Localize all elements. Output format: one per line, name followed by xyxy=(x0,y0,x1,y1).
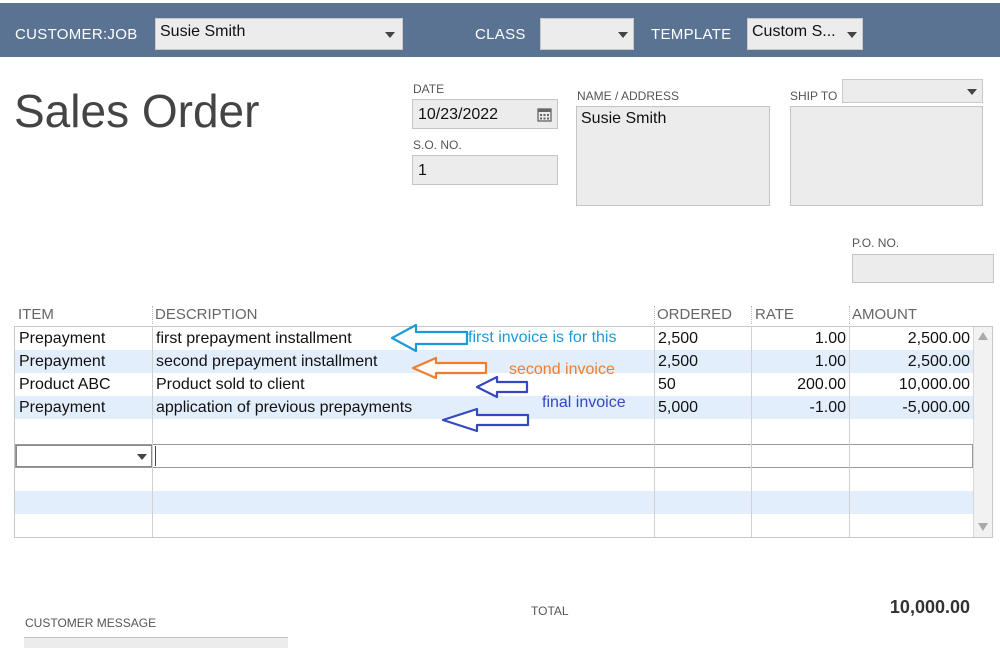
date-field[interactable]: 10/23/2022 xyxy=(412,99,558,129)
po-no-label: P.O. NO. xyxy=(852,236,900,250)
scroll-up-icon[interactable] xyxy=(977,331,989,341)
column-header-ordered[interactable]: ORDERED xyxy=(657,306,732,323)
calendar-icon[interactable] xyxy=(537,107,552,122)
amount-cell[interactable]: 2,500.00 xyxy=(908,353,970,371)
final-invoice-arrow-icon-2 xyxy=(441,407,530,433)
table-scrollbar[interactable] xyxy=(973,327,992,537)
ship-to-label: SHIP TO xyxy=(790,89,838,103)
template-label: TEMPLATE xyxy=(651,26,732,43)
name-address-label: NAME / ADDRESS xyxy=(577,89,680,103)
column-divider xyxy=(849,327,850,537)
chevron-down-icon xyxy=(385,32,395,38)
customer-job-label: CUSTOMER:JOB xyxy=(15,26,138,43)
amount-cell[interactable]: 10,000.00 xyxy=(899,376,970,394)
template-value: Custom S... xyxy=(752,23,836,40)
rate-cell[interactable]: 200.00 xyxy=(797,376,846,394)
rate-cell[interactable]: 1.00 xyxy=(815,330,846,348)
chevron-down-icon xyxy=(847,32,857,38)
ordered-cell[interactable]: 2,500 xyxy=(658,330,698,348)
class-dropdown[interactable] xyxy=(540,18,634,50)
total-label: TOTAL xyxy=(531,604,569,618)
rate-cell[interactable]: 1.00 xyxy=(815,353,846,371)
po-no-field[interactable] xyxy=(852,254,994,283)
ordered-cell[interactable]: 50 xyxy=(658,376,676,394)
scroll-down-icon[interactable] xyxy=(977,522,989,532)
column-divider xyxy=(654,306,656,324)
column-header-amount[interactable]: AMOUNT xyxy=(852,306,917,323)
table-row-empty[interactable] xyxy=(15,468,973,491)
item-cell[interactable]: Product ABC xyxy=(19,376,111,394)
item-cell[interactable]: Prepayment xyxy=(19,399,105,417)
amount-cell[interactable]: -5,000.00 xyxy=(902,399,970,417)
chevron-down-icon xyxy=(137,454,147,460)
column-header-description[interactable]: DESCRIPTION xyxy=(155,306,258,323)
final-invoice-note: final invoice xyxy=(542,394,626,411)
description-cell[interactable]: first prepayment installment xyxy=(156,330,352,348)
column-divider xyxy=(152,327,153,537)
first-invoice-arrow-icon xyxy=(390,323,469,353)
amount-cell[interactable]: 2,500.00 xyxy=(908,330,970,348)
description-edit-input[interactable] xyxy=(155,446,649,466)
so-no-field[interactable]: 1 xyxy=(412,155,558,185)
first-invoice-note: first invoice is for this xyxy=(468,329,617,346)
item-select-dropdown[interactable] xyxy=(16,445,152,467)
description-cell[interactable]: application of previous prepayments xyxy=(156,399,412,417)
customer-job-value: Susie Smith xyxy=(160,23,246,40)
ship-to-dropdown[interactable] xyxy=(842,79,983,103)
header-bar: CUSTOMER:JOB Susie Smith CLASS TEMPLATE … xyxy=(0,3,1000,57)
template-dropdown[interactable]: Custom S... xyxy=(747,18,863,50)
so-no-value: 1 xyxy=(418,162,427,179)
column-divider xyxy=(152,306,154,324)
name-address-field[interactable]: Susie Smith xyxy=(576,106,770,206)
description-cell[interactable]: Product sold to client xyxy=(156,376,305,394)
chevron-down-icon xyxy=(618,32,628,38)
page-title: Sales Order xyxy=(14,85,260,137)
date-value: 10/23/2022 xyxy=(418,106,499,123)
column-divider xyxy=(751,306,753,324)
customer-message-label: CUSTOMER MESSAGE xyxy=(25,616,157,630)
column-header-rate[interactable]: RATE xyxy=(755,306,794,323)
chevron-down-icon xyxy=(967,89,977,95)
date-label: DATE xyxy=(413,82,445,96)
name-address-value: Susie Smith xyxy=(581,110,667,127)
class-label: CLASS xyxy=(475,26,526,43)
item-cell[interactable]: Prepayment xyxy=(19,353,105,371)
description-cell[interactable]: second prepayment installment xyxy=(156,353,377,371)
ordered-cell[interactable]: 2,500 xyxy=(658,353,698,371)
table-row-empty[interactable] xyxy=(15,514,973,537)
column-divider xyxy=(849,306,851,324)
ordered-cell[interactable]: 5,000 xyxy=(658,399,698,417)
final-invoice-arrow-icon-1 xyxy=(475,375,529,399)
table-row-empty[interactable] xyxy=(15,491,973,514)
customer-message-field[interactable] xyxy=(24,637,288,648)
item-cell[interactable]: Prepayment xyxy=(19,330,105,348)
total-value: 10,000.00 xyxy=(889,597,970,617)
ship-to-address-field[interactable] xyxy=(790,106,983,206)
column-divider xyxy=(654,327,655,537)
column-header-item[interactable]: ITEM xyxy=(18,306,54,323)
column-divider xyxy=(751,327,752,537)
rate-cell[interactable]: -1.00 xyxy=(810,399,846,417)
customer-job-dropdown[interactable]: Susie Smith xyxy=(155,18,403,50)
so-no-label: S.O. NO. xyxy=(413,138,462,152)
